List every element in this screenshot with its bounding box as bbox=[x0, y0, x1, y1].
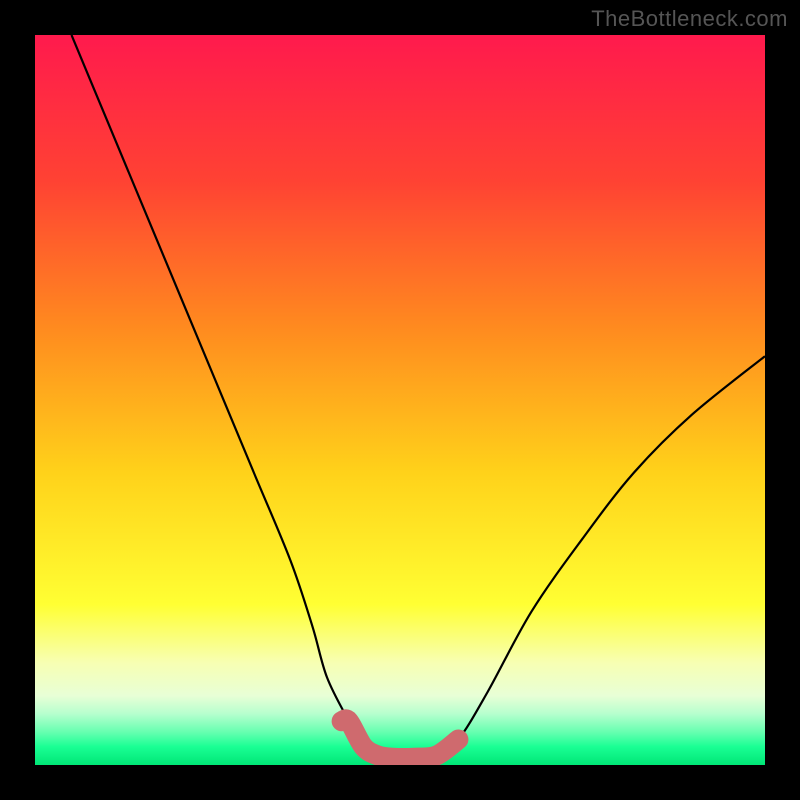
chart-background-gradient bbox=[35, 35, 765, 765]
chart-plot-area bbox=[35, 35, 765, 765]
watermark-label: TheBottleneck.com bbox=[591, 6, 788, 32]
chart-svg bbox=[35, 35, 765, 765]
chart-frame: TheBottleneck.com bbox=[0, 0, 800, 800]
